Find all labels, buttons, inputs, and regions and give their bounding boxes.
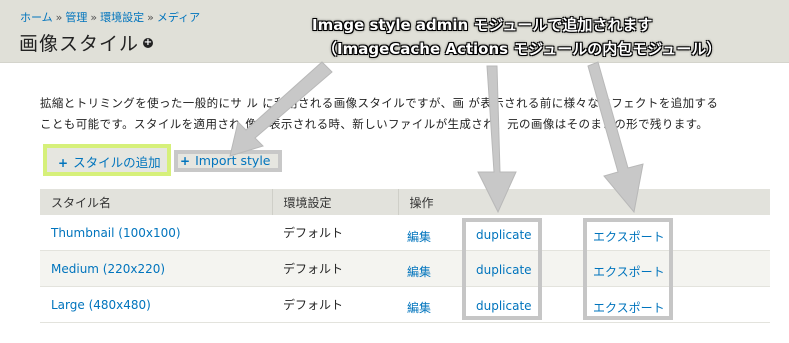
help-text: 拡縮とトリミングを使った一般的にサ ル に利用される画像スタイルですが、画 が表… [40, 93, 770, 135]
breadcrumb-separator: » [90, 11, 98, 24]
page-title: 画像スタイル [19, 33, 140, 55]
breadcrumb-separator: » [55, 11, 63, 24]
duplicate-link[interactable]: duplicate [476, 263, 532, 277]
export-link[interactable]: エクスポート [593, 228, 665, 245]
breadcrumb-home[interactable]: ホーム [20, 11, 53, 24]
style-setting: デフォルト [272, 250, 398, 287]
style-setting: デフォルト [272, 215, 398, 251]
import-style-label: Import style [195, 153, 271, 168]
add-style-label: スタイルの追加 [73, 155, 161, 170]
edit-link[interactable]: 編集 [407, 228, 431, 245]
style-setting: デフォルト [272, 286, 398, 323]
column-header-style-name: スタイル名 [40, 189, 273, 215]
breadcrumb-admin[interactable]: 管理 [65, 11, 87, 24]
annotation-callout-line-1: Image style admin モジュールで追加されます [312, 16, 653, 34]
duplicate-link[interactable]: duplicate [476, 228, 532, 242]
add-shortcut-icon[interactable]: + [143, 38, 153, 48]
style-name-link[interactable]: Large (480x480) [51, 298, 151, 312]
help-text-line-1: 拡縮とトリミングを使った一般的にサ ル に利用される画像スタイルですが、画 が表… [40, 96, 719, 110]
breadcrumb: ホーム» 管理» 環境設定» メディア [20, 9, 200, 25]
edit-link[interactable]: 編集 [407, 263, 431, 280]
column-header-settings: 環境設定 [272, 189, 399, 215]
style-name-link[interactable]: Medium (220x220) [51, 262, 165, 276]
breadcrumb-media[interactable]: メディア [157, 11, 200, 24]
plus-icon: + [180, 154, 191, 168]
duplicate-link[interactable]: duplicate [476, 299, 532, 313]
column-header-operations: 操作 [398, 189, 770, 215]
edit-link[interactable]: 編集 [407, 299, 431, 316]
add-style-button[interactable]: + スタイルの追加 [58, 152, 161, 171]
import-style-button[interactable]: + Import style [180, 153, 271, 168]
breadcrumb-separator: » [147, 11, 154, 24]
help-text-line-2: ことも可能です。スタイルを適用され 像が表示される時、新しいファイルが生成され、… [40, 117, 709, 131]
style-name-link[interactable]: Thumbnail (100x100) [51, 226, 181, 240]
plus-icon: + [58, 156, 69, 170]
annotation-callout-line-2: （ImageCache Actions モジュールの内包モジュール） [322, 40, 722, 58]
table-header-row: スタイル名 環境設定 操作 [40, 189, 770, 215]
breadcrumb-config[interactable]: 環境設定 [100, 11, 144, 24]
export-link[interactable]: エクスポート [593, 263, 665, 280]
export-link[interactable]: エクスポート [593, 299, 665, 316]
